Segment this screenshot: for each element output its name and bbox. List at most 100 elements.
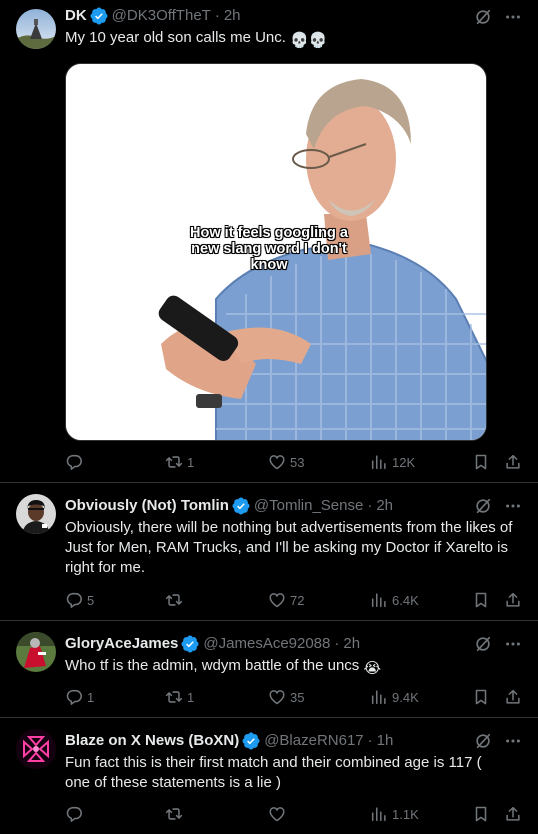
author-handle[interactable]: @DK3OffTheT: [112, 6, 211, 26]
reply-icon: [65, 591, 83, 609]
like-icon: [268, 688, 286, 706]
views-button[interactable]: 12K: [370, 453, 472, 471]
like-count: 72: [290, 592, 305, 608]
post-tomlin[interactable]: Obviously (Not) Tomlin @Tomlin_Sense · 2…: [0, 483, 538, 621]
view-count: 12K: [392, 454, 416, 470]
share-icon[interactable]: [504, 688, 522, 706]
post-image[interactable]: How it feels googling a new slang word I…: [65, 63, 487, 441]
like-count: 53: [290, 454, 305, 470]
reply-count: 5: [87, 592, 95, 608]
grok-icon[interactable]: [474, 497, 492, 515]
view-count: 6.4K: [392, 592, 419, 608]
post-time[interactable]: 1h: [377, 731, 394, 751]
avatar[interactable]: [16, 632, 56, 672]
more-icon[interactable]: [504, 497, 522, 515]
action-bar: 5 72 6.4K: [65, 590, 522, 610]
share-icon[interactable]: [504, 805, 522, 823]
views-icon: [370, 805, 388, 823]
author-name[interactable]: Blaze on X News (BoXN): [65, 731, 239, 751]
reply-button[interactable]: 1: [65, 688, 165, 706]
views-button[interactable]: 6.4K: [370, 591, 472, 609]
repost-icon: [165, 805, 183, 823]
reply-button[interactable]: [65, 453, 165, 471]
views-icon: [370, 688, 388, 706]
bookmark-icon[interactable]: [472, 805, 490, 823]
views-icon: [370, 453, 388, 471]
like-icon: [268, 453, 286, 471]
author-name[interactable]: Obviously (Not) Tomlin: [65, 496, 229, 516]
image-caption: How it feels googling a new slang word I…: [190, 225, 348, 273]
views-button[interactable]: 9.4K: [370, 688, 472, 706]
grok-icon[interactable]: [474, 635, 492, 653]
crying-emoji: 😭: [363, 660, 382, 677]
view-count: 9.4K: [392, 689, 419, 705]
verified-badge-icon: [181, 635, 199, 653]
bookmark-icon[interactable]: [472, 453, 490, 471]
reply-count: 1: [87, 689, 95, 705]
like-count: 35: [290, 689, 305, 705]
author-handle[interactable]: @Tomlin_Sense: [254, 496, 363, 516]
post-text: Obviously, there will be nothing but adv…: [65, 519, 513, 576]
bookmark-icon[interactable]: [472, 688, 490, 706]
separator-dot: ·: [367, 497, 373, 514]
like-button[interactable]: 53: [268, 453, 370, 471]
repost-count: 1: [187, 689, 195, 705]
timeline: DK @DK3OffTheT · 2h My 10 year old son c…: [0, 0, 538, 834]
post-time[interactable]: 2h: [343, 634, 360, 654]
like-button[interactable]: 35: [268, 688, 370, 706]
skull-emoji: 💀💀: [290, 32, 328, 49]
reply-icon: [65, 805, 83, 823]
more-icon[interactable]: [504, 732, 522, 750]
share-icon[interactable]: [504, 591, 522, 609]
repost-icon: [165, 453, 183, 471]
like-button[interactable]: [268, 805, 370, 823]
action-bar: 1 1 35 9.4K: [65, 687, 522, 707]
action-bar: 1.1K: [65, 804, 522, 824]
author-name[interactable]: DK: [65, 6, 87, 26]
bookmark-icon[interactable]: [472, 591, 490, 609]
action-bar: 1 53 12K: [65, 452, 522, 472]
grok-icon[interactable]: [474, 8, 492, 26]
verified-badge-icon: [232, 497, 250, 515]
separator-dot: ·: [334, 635, 340, 652]
author-handle[interactable]: @BlazeRN617: [264, 731, 363, 751]
like-icon: [268, 591, 286, 609]
more-icon[interactable]: [504, 8, 522, 26]
post-time[interactable]: 2h: [376, 496, 393, 516]
verified-badge-icon: [90, 7, 108, 25]
repost-icon: [165, 688, 183, 706]
separator-dot: ·: [367, 732, 373, 749]
repost-button[interactable]: [165, 591, 268, 609]
repost-button[interactable]: [165, 805, 268, 823]
verified-badge-icon: [242, 732, 260, 750]
repost-count: 1: [187, 454, 195, 470]
repost-icon: [165, 591, 183, 609]
more-icon[interactable]: [504, 635, 522, 653]
reply-button[interactable]: 5: [65, 591, 165, 609]
views-icon: [370, 591, 388, 609]
post-text: Fun fact this is their first match and t…: [65, 754, 482, 791]
separator-dot: ·: [214, 7, 220, 24]
avatar[interactable]: [16, 729, 56, 769]
repost-button[interactable]: 1: [165, 453, 268, 471]
post-text: Who tf is the admin, wdym battle of the …: [65, 657, 382, 677]
like-button[interactable]: 72: [268, 591, 370, 609]
reply-icon: [65, 453, 83, 471]
avatar[interactable]: [16, 494, 56, 534]
reply-button[interactable]: [65, 805, 165, 823]
view-count: 1.1K: [392, 806, 419, 822]
like-icon: [268, 805, 286, 823]
post-dk[interactable]: DK @DK3OffTheT · 2h My 10 year old son c…: [0, 0, 538, 483]
post-text: My 10 year old son calls me Unc. 💀💀: [65, 29, 328, 49]
author-handle[interactable]: @JamesAce92088: [203, 634, 330, 654]
repost-button[interactable]: 1: [165, 688, 268, 706]
post-gloryacejames[interactable]: GloryAceJames @JamesAce92088 · 2h Who tf…: [0, 621, 538, 718]
author-name[interactable]: GloryAceJames: [65, 634, 178, 654]
avatar[interactable]: [16, 9, 56, 49]
views-button[interactable]: 1.1K: [370, 805, 472, 823]
grok-icon[interactable]: [474, 732, 492, 750]
share-icon[interactable]: [504, 453, 522, 471]
post-blaze[interactable]: Blaze on X News (BoXN) @BlazeRN617 · 1h …: [0, 718, 538, 834]
reply-icon: [65, 688, 83, 706]
post-time[interactable]: 2h: [224, 6, 241, 26]
